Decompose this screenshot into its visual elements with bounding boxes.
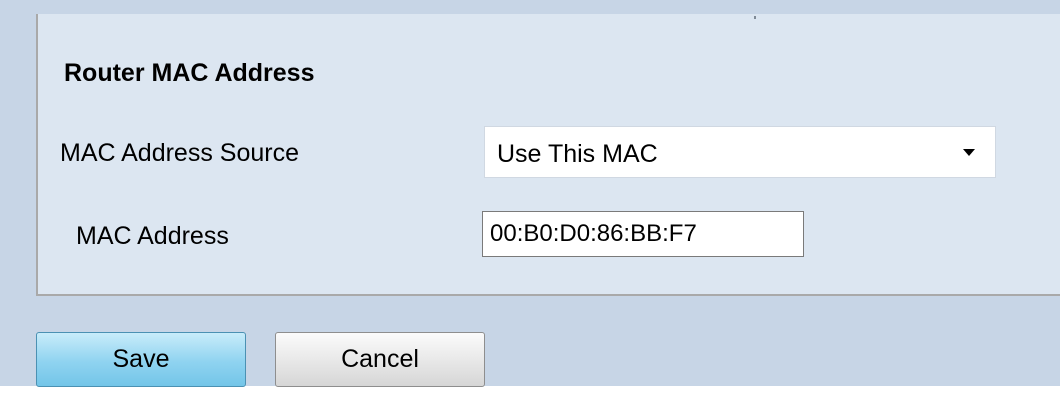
mac-address-input[interactable] [482,211,804,257]
mac-address-source-label: MAC Address Source [60,139,299,167]
cancel-button[interactable]: Cancel [275,332,485,387]
mac-address-source-select[interactable]: Use This MAC [484,126,996,178]
save-button[interactable]: Save [36,332,246,387]
router-mac-settings-page: Router MAC Address MAC Address Source Us… [0,0,1060,396]
divider-mark [754,16,756,19]
mac-address-label: MAC Address [76,222,229,250]
mac-address-source-value: Use This MAC [497,140,658,168]
section-title: Router MAC Address [64,59,315,87]
caret-down-icon[interactable] [963,149,975,156]
